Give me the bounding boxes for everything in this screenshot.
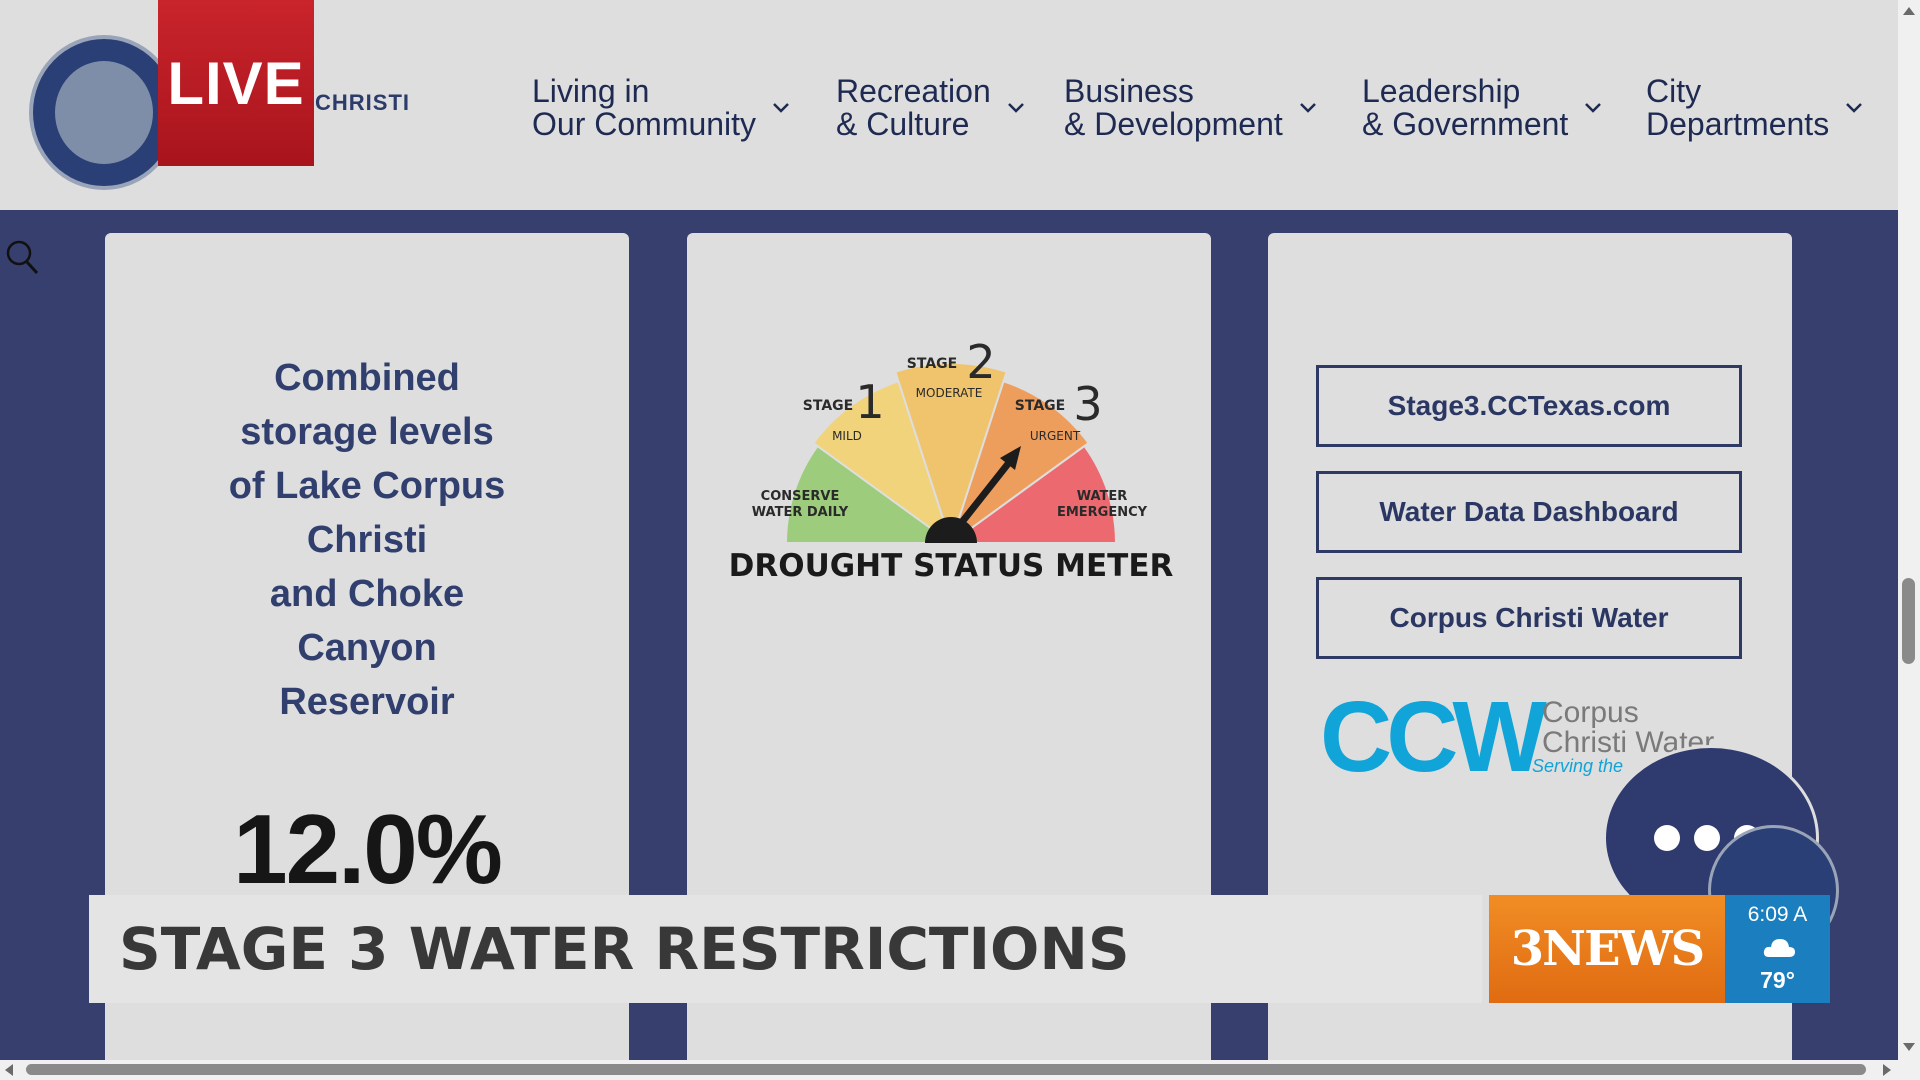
drought-status-gauge: DROUGHT STATUS METER CONSERVE WATER DAIL… (729, 335, 1174, 584)
segment-stage2-num: 2 (966, 335, 995, 389)
nav-label-line2: Departments (1646, 106, 1830, 142)
storage-line: and Choke (269, 573, 465, 615)
live-badge: LIVE (158, 0, 314, 166)
chevron-down-icon (773, 103, 789, 113)
gauge-title: DROUGHT STATUS METER (729, 548, 1174, 584)
chevron-down-icon (1299, 103, 1316, 113)
city-seal-logo[interactable] (29, 35, 179, 190)
segment-stage3-label: URGENT (1030, 429, 1081, 443)
segment-label-emergency-1: WATER (1077, 489, 1128, 504)
storage-line: of Lake Corpus (228, 465, 506, 507)
nav-business-development[interactable]: Business & Development (1064, 73, 1319, 143)
site-header: LIVE CHRISTI Living in Our Community Recr… (0, 0, 1898, 210)
nav-recreation-culture[interactable]: Recreation & Culture (836, 73, 1027, 143)
ccw-logo-name-line1: Corpus (1542, 696, 1639, 729)
cloud-icon (1763, 939, 1795, 957)
segment-stage1-word: STAGE (803, 398, 853, 414)
seal-skyline (55, 61, 153, 164)
site-brand-text[interactable]: CHRISTI (315, 90, 410, 116)
segment-stage3-word: STAGE (1015, 398, 1065, 414)
horizontal-scrollbar-thumb[interactable] (26, 1064, 1866, 1075)
corpus-christi-water-button[interactable]: Corpus Christi Water (1316, 577, 1742, 659)
segment-label-conserve-2: WATER DAILY (752, 505, 849, 520)
nav-living-in-our-community[interactable]: Living in Our Community (532, 73, 792, 143)
storage-description: Combined storage levels of Lake Corpus C… (105, 351, 629, 729)
chevron-down-icon (1846, 103, 1863, 113)
nav-label-line1: Living in (532, 73, 650, 109)
storage-percent: 12.0% (233, 794, 503, 904)
vertical-scrollbar[interactable] (1898, 0, 1920, 1060)
segment-stage1-label: MILD (832, 429, 862, 443)
weather-bug: 6:09 A 79° (1725, 895, 1830, 1003)
nav-label-line2: Our Community (532, 106, 757, 142)
storage-line: storage levels (240, 411, 494, 453)
chat-dot-icon (1694, 825, 1720, 851)
storage-line: Combined (274, 357, 460, 399)
search-icon[interactable] (4, 238, 40, 278)
storage-line: Canyon (297, 627, 437, 669)
storage-line: Reservoir (279, 681, 455, 723)
scroll-left-arrow-icon[interactable] (4, 1063, 14, 1077)
stage3-website-button[interactable]: Stage3.CCTexas.com (1316, 365, 1742, 447)
nav-city-departments[interactable]: City Departments (1646, 73, 1865, 143)
weather-time: 6:09 A (1747, 903, 1808, 926)
ccw-logo-tagline: Serving the (1532, 756, 1624, 776)
station-logo: 3NEWS (1489, 895, 1725, 1003)
chevron-down-icon (1007, 103, 1024, 113)
segment-label-emergency-2: EMERGENCY (1057, 505, 1148, 520)
segment-label-conserve-1: CONSERVE (761, 489, 840, 504)
weather-temp: 79° (1760, 967, 1795, 993)
water-data-dashboard-button[interactable]: Water Data Dashboard (1316, 471, 1742, 553)
segment-stage1-num: 1 (855, 375, 884, 429)
segment-stage2-label: MODERATE (916, 386, 983, 400)
storage-line: Christi (306, 519, 428, 561)
nav-label-line1: City (1646, 73, 1702, 109)
scroll-right-arrow-icon[interactable] (1882, 1063, 1892, 1077)
chat-dot-icon (1654, 825, 1680, 851)
nav-label-line2: & Culture (836, 106, 970, 142)
scroll-down-arrow-icon[interactable] (1902, 1042, 1916, 1052)
news-lower-third: STAGE 3 WATER RESTRICTIONS (89, 895, 1482, 1003)
ccw-logo-letters: CCW (1320, 690, 1547, 790)
segment-stage3-num: 3 (1073, 377, 1102, 431)
scroll-up-arrow-icon[interactable] (1902, 6, 1916, 16)
nav-label-line1: Leadership (1362, 73, 1521, 109)
nav-label-line2: & Development (1064, 106, 1283, 142)
nav-label-line1: Recreation (836, 73, 991, 109)
nav-label-line1: Business (1064, 73, 1194, 109)
segment-stage2-word: STAGE (907, 356, 957, 372)
chevron-down-icon (1585, 103, 1602, 113)
nav-leadership-government[interactable]: Leadership & Government (1362, 73, 1604, 143)
vertical-scrollbar-thumb[interactable] (1902, 578, 1915, 664)
news-headline: STAGE 3 WATER RESTRICTIONS (119, 915, 1130, 983)
nav-label-line2: & Government (1362, 106, 1569, 142)
